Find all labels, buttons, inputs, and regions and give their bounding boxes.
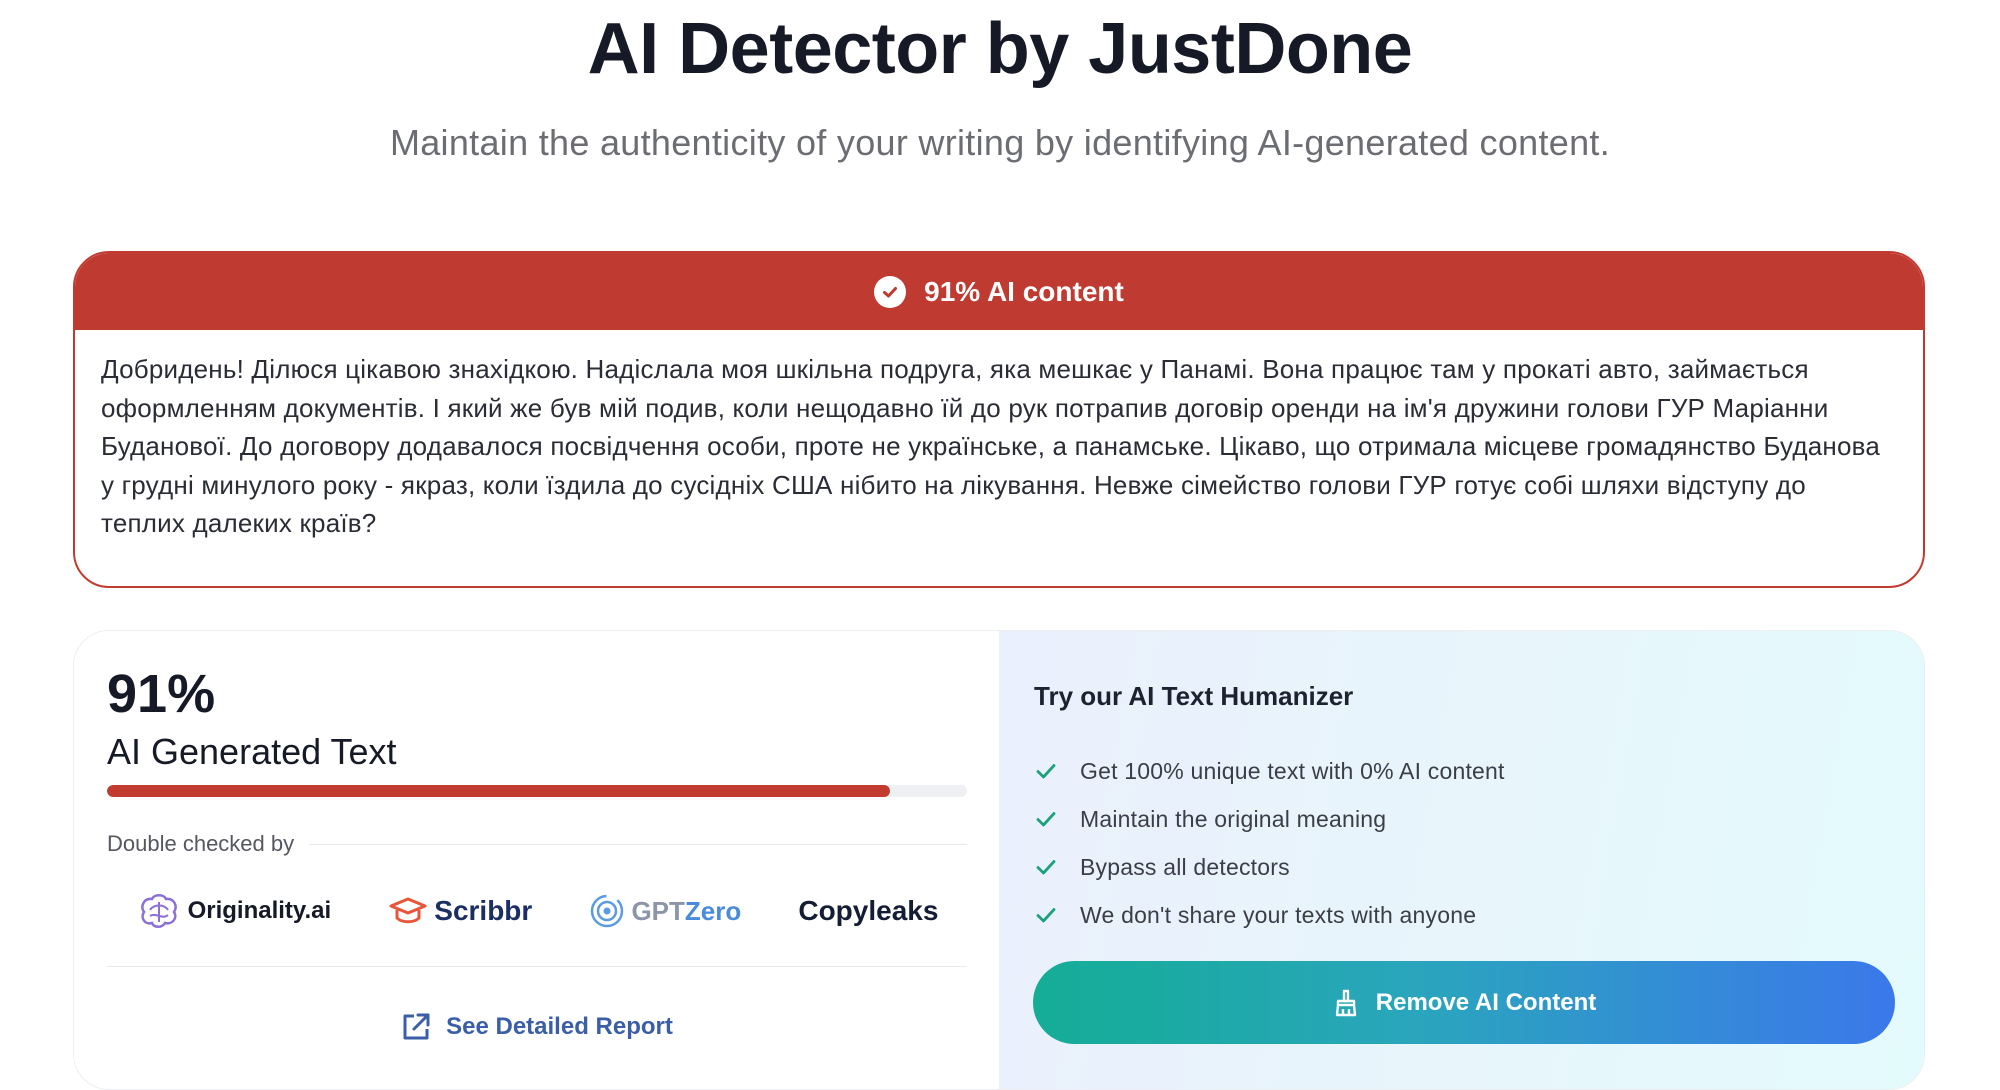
originality-logo: Originality.ai <box>136 892 332 930</box>
score-pane: 91% AI Generated Text Double checked by … <box>74 631 999 1089</box>
gptzero-logo-text: GPTZero <box>631 896 741 927</box>
see-detailed-report-link[interactable]: See Detailed Report <box>74 1011 999 1043</box>
check-icon <box>1036 908 1056 923</box>
humanizer-title: Try our AI Text Humanizer <box>1034 681 1354 711</box>
ai-content-header: 91% AI content <box>75 253 1923 330</box>
analysis-result-box: 91% AI content Добридень! Ділюся цікавою… <box>73 251 1925 588</box>
remove-ai-content-label: Remove AI Content <box>1375 988 1597 1016</box>
feature-item: We don't share your texts with anyone <box>1034 891 1505 939</box>
see-detailed-report-label: See Detailed Report <box>446 1013 673 1040</box>
check-icon <box>1036 764 1056 779</box>
humanizer-features: Get 100% unique text with 0% AI content … <box>1034 747 1505 939</box>
page-subtitle: Maintain the authenticity of your writin… <box>389 122 1611 163</box>
scribbr-logo: Scribbr <box>388 894 532 928</box>
feature-text: Bypass all detectors <box>1080 853 1290 880</box>
feature-item: Bypass all detectors <box>1034 843 1505 891</box>
copyleaks-logo: Copyleaks <box>798 895 938 927</box>
double-checked-label: Double checked by <box>107 831 295 856</box>
ai-score-label: AI Generated Text <box>107 731 397 772</box>
remove-ai-content-button[interactable]: Remove AI Content <box>1033 961 1895 1044</box>
divider-line <box>310 843 967 845</box>
scribbr-logo-text: Scribbr <box>434 895 533 926</box>
ai-score-percent: 91% <box>107 664 216 724</box>
feature-item: Get 100% unique text with 0% AI content <box>1034 747 1505 795</box>
check-icon <box>1036 812 1056 827</box>
analyzed-text[interactable]: Добридень! Ділюся цікавою знахідкою. Над… <box>75 330 1923 543</box>
feature-text: We don't share your texts with anyone <box>1080 901 1477 928</box>
check-icon <box>1036 860 1056 875</box>
copyleaks-logo-text: Copyleaks <box>798 895 939 926</box>
graduation-cap-icon <box>389 897 427 924</box>
feature-item: Maintain the original meaning <box>1034 795 1505 843</box>
gptzero-logo: GPTZero <box>589 893 741 929</box>
ai-content-label: 91% AI content <box>924 275 1124 307</box>
feature-text: Maintain the original meaning <box>1080 805 1387 832</box>
page-title: AI Detector by JustDone <box>587 9 1413 89</box>
external-link-icon <box>403 1013 430 1040</box>
detector-logos: Originality.ai Scribbr GPTZero Copyleaks <box>107 881 967 941</box>
results-panel: 91% AI Generated Text Double checked by … <box>73 630 1925 1090</box>
brush-icon <box>1335 989 1356 1016</box>
brain-icon <box>140 894 177 928</box>
double-checked-row: Double checked by <box>107 831 967 857</box>
feature-text: Get 100% unique text with 0% AI content <box>1080 757 1505 784</box>
ai-score-progress-bar <box>107 785 967 797</box>
humanizer-pane: Try our AI Text Humanizer Get 100% uniqu… <box>999 631 1924 1089</box>
gptzero-prefix: GPT <box>631 895 685 926</box>
originality-logo-text: Originality.ai <box>187 897 332 924</box>
gptzero-suffix: Zero <box>684 895 742 926</box>
check-circle-icon <box>874 275 907 308</box>
logos-divider <box>107 966 967 967</box>
ai-score-progress-fill <box>107 785 890 797</box>
target-icon <box>591 894 624 928</box>
